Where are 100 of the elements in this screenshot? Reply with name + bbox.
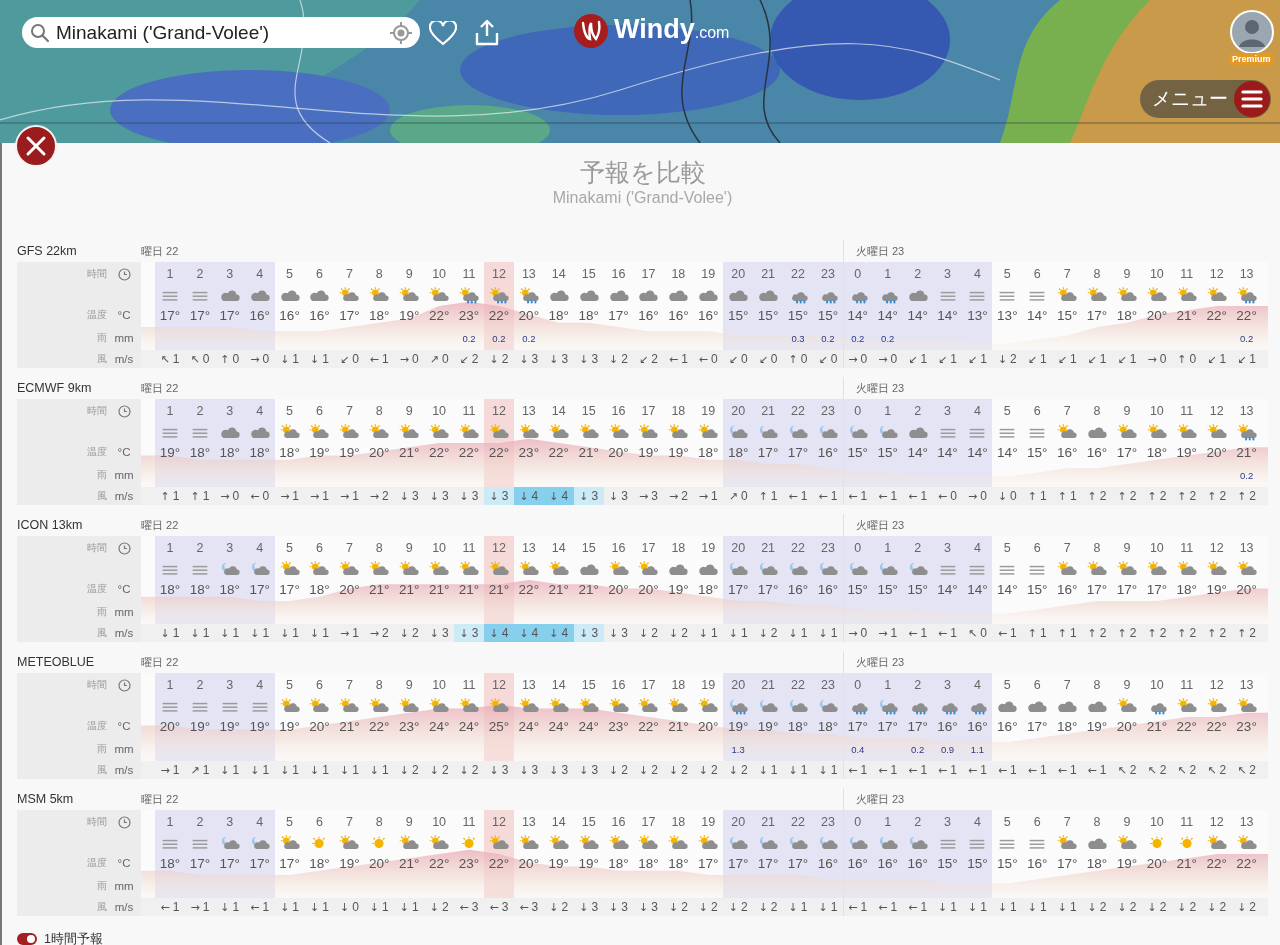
wind-direction-arrow: ↑ (1177, 627, 1187, 639)
hour-label: 12 (1209, 267, 1224, 281)
hour-label: 9 (405, 404, 413, 418)
wind-speed: 2 (1249, 626, 1257, 640)
wind-speed: 4 (531, 489, 539, 503)
temperature: 22° (1176, 718, 1197, 734)
hour-label: 5 (1003, 678, 1011, 692)
temperature: 16° (967, 718, 988, 734)
wind-direction-arrow: ↑ (1177, 353, 1187, 365)
wind-direction-arrow: ↓ (489, 490, 499, 502)
wind-direction-arrow: ← (668, 353, 679, 365)
temperature: 17° (1146, 581, 1168, 597)
sun-cloud-icon (517, 697, 540, 715)
hour-label: 1 (884, 404, 892, 418)
hour-label: 7 (1063, 267, 1071, 281)
hour-label: 23 (820, 267, 835, 281)
wind-direction-arrow: ↓ (459, 490, 469, 502)
wind-direction-arrow: ↓ (609, 490, 619, 502)
wind-speed: 1 (1069, 626, 1077, 640)
wind-speed: 1 (1249, 352, 1257, 366)
wind-speed: 2 (1129, 489, 1137, 503)
sun-cloud-icon (637, 834, 660, 852)
hour-label: 18 (671, 541, 686, 555)
share-icon[interactable] (475, 19, 499, 46)
hour-label: 8 (375, 267, 383, 281)
search-bar[interactable]: Minakami ('Grand-Volee') (22, 17, 420, 48)
hour-label: 13 (521, 678, 536, 692)
unit-label: mm (114, 743, 134, 755)
avatar[interactable] (1230, 10, 1274, 54)
temperature: 22° (458, 444, 480, 460)
hour-label: 6 (316, 678, 323, 692)
wind-speed: 1 (980, 900, 987, 914)
temperature: 16° (249, 307, 270, 323)
wind-direction-arrow: ↓ (788, 764, 798, 776)
wind-speed: 0 (262, 489, 270, 503)
wind-speed: 3 (591, 763, 599, 777)
heart-icon[interactable] (429, 21, 457, 46)
wind-speed: 2 (471, 352, 479, 366)
temperature: 22° (1206, 718, 1227, 734)
temperature: 20° (518, 855, 540, 871)
wind-speed: 1 (1129, 352, 1137, 366)
moon-cloud-icon (757, 834, 780, 852)
menu-button[interactable]: メニュー (1140, 80, 1271, 118)
wind-direction-arrow: → (190, 901, 200, 913)
hour-label: 1 (166, 267, 174, 281)
hour-label: 20 (731, 404, 746, 418)
wind-speed: 1 (1069, 352, 1077, 366)
temperature: 20° (309, 718, 330, 734)
wind-direction-arrow: ↑ (758, 490, 768, 502)
panel-subtitle: Minakami ('Grand-Volee') (551, 188, 734, 208)
wind-direction-arrow: ← (938, 764, 948, 776)
sun-cloud-icon (1056, 423, 1079, 441)
hour-label: 2 (196, 404, 204, 418)
wind-speed: 0 (950, 489, 957, 503)
wind-direction-arrow: ↓ (1147, 901, 1157, 913)
hour-label: 2 (914, 267, 922, 281)
wind-direction-arrow: ↓ (579, 901, 589, 913)
temperature: 18° (1056, 718, 1078, 734)
temperature: 22° (518, 581, 540, 597)
wind-speed: 1 (292, 763, 300, 777)
close-button[interactable] (15, 125, 57, 167)
wind-speed: 1 (860, 489, 868, 503)
wind-speed: 1 (1010, 626, 1017, 640)
search-field[interactable]: Minakami ('Grand-Volee') (56, 21, 384, 44)
wind-direction-arrow: ↙ (758, 353, 768, 365)
hour-label: 4 (256, 267, 264, 281)
hour-label: 7 (1063, 541, 1071, 555)
day-label: 曜日 22 (141, 380, 179, 396)
temperature: 21° (399, 581, 420, 597)
temperature: 20° (1116, 718, 1138, 734)
wind-direction-arrow: ↗ (190, 764, 200, 776)
wind-speed: 4 (561, 626, 569, 640)
wind-speed: 1 (292, 352, 300, 366)
moon-cloud-icon (727, 560, 750, 578)
wind-direction-arrow: → (967, 490, 978, 502)
toggle-switch[interactable] (17, 933, 37, 945)
rain-amount: 0.9 (940, 743, 955, 755)
temperature: 18° (159, 855, 181, 871)
wind-speed: 2 (1129, 626, 1137, 640)
hour-label: 15 (581, 541, 596, 555)
wind-direction-arrow: ↙ (1207, 353, 1217, 365)
wind-speed: 2 (411, 763, 419, 777)
hour-label: 13 (1239, 267, 1254, 281)
wind-direction-arrow: → (220, 490, 230, 502)
hour-label: 14 (551, 815, 566, 829)
wind-direction-arrow: ↓ (698, 901, 709, 913)
wind-speed: 1 (800, 626, 808, 640)
temperature: 21° (369, 581, 390, 597)
wind-speed: 1 (800, 763, 808, 777)
hour-label: 16 (611, 678, 626, 692)
sun-cloud-icon (398, 834, 421, 852)
temperature: 22° (1236, 307, 1257, 323)
rain-amount: 1.1 (970, 743, 985, 755)
crosshair-icon[interactable] (390, 21, 412, 44)
temperature: 17° (1116, 581, 1138, 597)
hour-label: 4 (973, 541, 981, 555)
wind-speed: 1 (382, 352, 389, 366)
hour-label: 12 (491, 815, 506, 829)
temperature: 23° (518, 444, 540, 460)
wind-direction-arrow: ↓ (429, 627, 439, 639)
